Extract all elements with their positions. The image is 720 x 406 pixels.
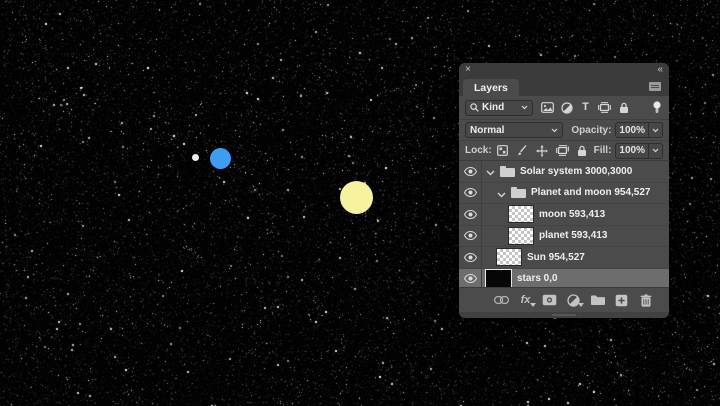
lock-label: Lock: [465, 145, 492, 156]
lock-pixels-brush-icon[interactable] [516, 144, 529, 157]
visibility-eye-icon[interactable] [459, 183, 482, 204]
group-expand-chevron-icon[interactable] [486, 168, 495, 174]
opacity-label: Opacity: [571, 125, 611, 136]
layer-thumbnail[interactable] [496, 248, 522, 266]
layer-row-stars[interactable]: stars 0,0 [459, 269, 669, 288]
lock-icons [496, 144, 589, 157]
moon-shape[interactable] [192, 154, 199, 161]
close-icon[interactable]: × [465, 65, 471, 75]
lock-row: Lock: Fill: 100% [459, 141, 669, 161]
panel-footer: fx [459, 287, 669, 312]
blend-mode-value: Normal [470, 125, 504, 136]
layer-style-fx-icon[interactable]: fx [518, 293, 533, 307]
visibility-eye-icon[interactable] [459, 226, 482, 247]
lock-all-icon[interactable] [576, 144, 589, 157]
lock-position-move-icon[interactable] [536, 144, 549, 157]
blend-mode-dropdown[interactable]: Normal [465, 122, 563, 138]
layer-name[interactable]: stars 0,0 [517, 273, 558, 284]
layer-name[interactable]: moon 593,413 [539, 209, 605, 220]
visibility-eye-icon[interactable] [459, 269, 482, 288]
photoshop-canvas[interactable]: × « Layers Kind T Normal Opacity: 100% L… [0, 0, 720, 406]
sun-shape[interactable] [340, 181, 373, 214]
pixel-layer-filter-icon[interactable] [541, 101, 554, 114]
fill-label: Fill: [594, 145, 612, 156]
type-layer-filter-icon[interactable]: T [579, 101, 592, 114]
panel-menu-icon[interactable] [649, 82, 661, 91]
lock-artboard-icon[interactable] [556, 144, 569, 157]
link-layers-icon[interactable] [494, 293, 509, 307]
tab-layers[interactable]: Layers [463, 79, 519, 96]
layer-thumbnail[interactable] [508, 227, 534, 245]
new-group-folder-icon[interactable] [590, 293, 605, 307]
layer-list: Solar system 3000,3000 Planet and moon 9… [459, 161, 669, 287]
adjustment-layer-filter-icon[interactable] [560, 101, 573, 114]
filter-row: Kind T [459, 96, 669, 120]
filter-type-icons: T [541, 101, 663, 114]
kind-filter-label: Kind [482, 102, 504, 113]
opacity-value[interactable]: 100% [615, 122, 649, 138]
group-folder-icon [500, 166, 515, 177]
chevron-down-icon [521, 105, 528, 110]
layer-row-sun[interactable]: Sun 954,527 [459, 247, 669, 269]
opacity-chevron-button[interactable] [649, 122, 663, 138]
visibility-eye-icon[interactable] [459, 204, 482, 225]
layer-name[interactable]: Solar system 3000,3000 [520, 166, 632, 177]
filtering-toggle-icon[interactable] [650, 101, 663, 114]
new-adjustment-layer-icon[interactable] [566, 293, 581, 307]
planet-shape[interactable] [210, 148, 231, 169]
group-folder-icon [511, 187, 526, 198]
visibility-eye-icon[interactable] [459, 247, 482, 268]
layer-name[interactable]: Sun 954,527 [527, 252, 585, 263]
shape-layer-filter-icon[interactable] [598, 101, 611, 114]
fill-chevron-button[interactable] [649, 143, 663, 159]
layers-panel: × « Layers Kind T Normal Opacity: 100% L… [459, 63, 669, 318]
layer-thumbnail[interactable] [508, 205, 534, 223]
lock-transparency-icon[interactable] [496, 144, 509, 157]
layer-thumbnail[interactable] [485, 269, 512, 287]
new-layer-icon[interactable] [614, 293, 629, 307]
delete-layer-trash-icon[interactable] [638, 293, 653, 307]
panel-titlebar: × « [459, 63, 669, 76]
layer-row-planet[interactable]: planet 593,413 [459, 226, 669, 248]
layer-row-solar-system[interactable]: Solar system 3000,3000 [459, 161, 669, 183]
layer-row-moon[interactable]: moon 593,413 [459, 204, 669, 226]
layer-name[interactable]: planet 593,413 [539, 230, 607, 241]
layer-name[interactable]: Planet and moon 954,527 [531, 187, 651, 198]
group-expand-chevron-icon[interactable] [497, 190, 506, 196]
kind-filter-dropdown[interactable]: Kind [465, 100, 533, 116]
layer-row-planet-and-moon[interactable]: Planet and moon 954,527 [459, 183, 669, 205]
collapse-panel-icon[interactable]: « [657, 65, 663, 75]
add-layer-mask-icon[interactable] [542, 293, 557, 307]
drag-handle[interactable] [552, 314, 576, 316]
visibility-eye-icon[interactable] [459, 161, 482, 182]
blend-row: Normal Opacity: 100% [459, 120, 669, 141]
search-icon [470, 103, 479, 112]
fill-value[interactable]: 100% [615, 143, 649, 159]
panel-resize-strip[interactable] [459, 312, 669, 318]
chevron-down-icon [551, 128, 558, 133]
panel-tabbar: Layers [459, 76, 669, 96]
smart-object-filter-icon[interactable] [617, 101, 630, 114]
